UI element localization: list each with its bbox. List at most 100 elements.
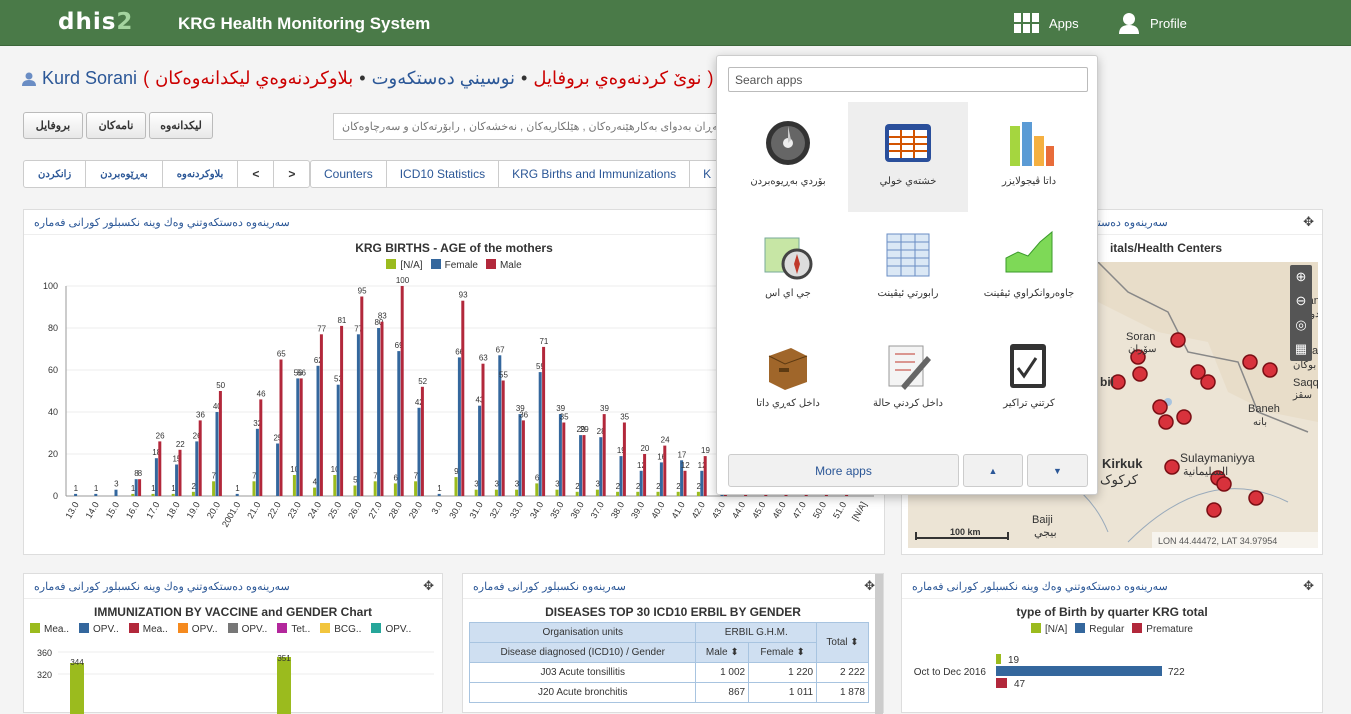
bar[interactable]: [996, 654, 1001, 664]
legend-item[interactable]: Regular: [1075, 623, 1124, 635]
tab-counters[interactable]: Counters: [311, 161, 387, 187]
bar[interactable]: [538, 372, 542, 496]
bar[interactable]: [380, 321, 384, 496]
bar[interactable]: [74, 493, 78, 496]
legend-item[interactable]: BCG..: [320, 623, 361, 635]
apps-menu-button[interactable]: Apps: [1014, 13, 1079, 33]
app-item-gis-map[interactable]: جي اي اس: [728, 214, 848, 324]
scroll-down-button[interactable]: ▼: [1027, 454, 1088, 487]
legend-item[interactable]: Mea..: [128, 623, 168, 635]
bar[interactable]: [676, 491, 680, 496]
bar[interactable]: [616, 491, 620, 496]
bar[interactable]: [582, 435, 586, 496]
facility-marker[interactable]: [1158, 414, 1174, 430]
bar[interactable]: [94, 493, 98, 496]
panel-header[interactable]: سەرينەوە نكسبلور كورانى فەمارە ✥: [463, 574, 883, 599]
facility-marker[interactable]: [1176, 409, 1192, 425]
bar[interactable]: [575, 491, 579, 496]
app-item-pivot-table[interactable]: خشتەي خولي: [848, 102, 968, 212]
bar[interactable]: [663, 445, 667, 496]
bar[interactable]: [515, 489, 519, 496]
bar[interactable]: [599, 437, 603, 496]
zoom-in-icon[interactable]: ⊕: [1290, 265, 1312, 289]
bar[interactable]: [191, 491, 195, 496]
action-publish[interactable]: بلاوكردنەوە: [163, 161, 239, 187]
app-item-event-visualizer[interactable]: جاوەروانكراوي ئيڤينت: [969, 214, 1089, 324]
bar[interactable]: [151, 493, 155, 496]
scroll-right-button[interactable]: >: [274, 161, 309, 187]
bar[interactable]: [656, 491, 660, 496]
locate-icon[interactable]: ◎: [1290, 313, 1312, 337]
search-apps-input[interactable]: Search apps: [728, 67, 1088, 92]
facility-marker[interactable]: [1248, 490, 1264, 506]
bar[interactable]: [255, 428, 259, 496]
app-item-data-entry[interactable]: داخل كردني حالة: [848, 324, 968, 434]
bar[interactable]: [602, 414, 606, 496]
bar[interactable]: [215, 412, 219, 496]
header-total[interactable]: Total ⬍: [816, 622, 869, 663]
bar[interactable]: [595, 489, 599, 496]
move-icon[interactable]: ✥: [1303, 578, 1314, 594]
bar[interactable]: [212, 481, 216, 496]
bar[interactable]: [252, 481, 256, 496]
user-name[interactable]: Kurd Sorani: [42, 68, 137, 89]
scroll-left-button[interactable]: <: [238, 161, 275, 187]
facility-marker[interactable]: [1132, 366, 1148, 382]
legend-item[interactable]: Premature: [1132, 623, 1193, 635]
bar[interactable]: [356, 334, 360, 496]
bar[interactable]: [277, 657, 291, 714]
header-male[interactable]: Male ⬍: [695, 642, 750, 663]
panel-header[interactable]: سەرينەوە دەستكەوتني وەك وينە نكسبلور كور…: [24, 574, 442, 599]
facility-marker[interactable]: [1216, 476, 1232, 492]
bar[interactable]: [996, 678, 1007, 688]
bar[interactable]: [454, 477, 458, 496]
edit-profile-link[interactable]: نوێ كردنەوەي بروفايل: [533, 68, 701, 89]
bar[interactable]: [542, 346, 546, 496]
header-female[interactable]: Female ⬍: [748, 642, 818, 663]
bar[interactable]: [700, 470, 704, 496]
write-post-link[interactable]: نوسيني دەستكەوت: [372, 68, 515, 89]
bar[interactable]: [659, 462, 663, 496]
bar[interactable]: [619, 456, 623, 496]
bar[interactable]: [636, 491, 640, 496]
bar[interactable]: [393, 483, 397, 496]
bar[interactable]: [703, 456, 707, 496]
bar[interactable]: [259, 399, 263, 496]
dashboard-search-input[interactable]: گەڕان بەدواى بەكارهێنەرەكان , هێلكاريەكا…: [333, 113, 733, 140]
bar[interactable]: [558, 414, 562, 496]
bar[interactable]: [639, 470, 643, 496]
move-icon[interactable]: ✥: [864, 578, 875, 594]
bar[interactable]: [154, 458, 158, 496]
bar[interactable]: [457, 357, 461, 496]
bar[interactable]: [360, 296, 364, 497]
panel-header[interactable]: سەرينەوە دەستكەوتني وەك وينە نكسبلور كور…: [902, 574, 1322, 599]
bar[interactable]: [377, 328, 381, 496]
facility-marker[interactable]: [1242, 354, 1258, 370]
bar[interactable]: [131, 493, 135, 496]
move-icon[interactable]: ✥: [423, 578, 434, 594]
bar[interactable]: [292, 475, 296, 496]
facility-marker[interactable]: [1262, 362, 1278, 378]
more-apps-button[interactable]: More apps: [728, 454, 959, 487]
bar[interactable]: [535, 483, 539, 496]
legend-item[interactable]: OPV..: [177, 623, 218, 635]
interpretations-button[interactable]: ليكدانەوە: [149, 112, 213, 139]
bar[interactable]: [333, 475, 337, 496]
bar[interactable]: [134, 479, 138, 496]
bar[interactable]: [279, 359, 283, 497]
legend-item[interactable]: Mea..: [30, 623, 69, 635]
app-item-bar-chart[interactable]: داتا ڤيجولايزر: [969, 102, 1089, 212]
layers-icon[interactable]: ▦: [1290, 337, 1312, 361]
facility-marker[interactable]: [1152, 399, 1168, 415]
bar[interactable]: [178, 449, 182, 496]
app-item-dashboard[interactable]: بۆردي بەڕيوەبردن: [728, 102, 848, 212]
tab-krg-births[interactable]: KRG Births and Immunizations: [499, 161, 691, 187]
messages-button[interactable]: نامەكان: [86, 112, 146, 139]
action-share[interactable]: زانكردن: [24, 161, 87, 187]
bar[interactable]: [158, 441, 162, 496]
bar[interactable]: [276, 443, 280, 497]
bar[interactable]: [299, 378, 303, 496]
latest-interpretations-link[interactable]: بلاوكردنەوەي ليكدانەوەكان: [155, 68, 353, 89]
bar[interactable]: [400, 286, 404, 496]
facility-marker[interactable]: [1206, 502, 1222, 518]
